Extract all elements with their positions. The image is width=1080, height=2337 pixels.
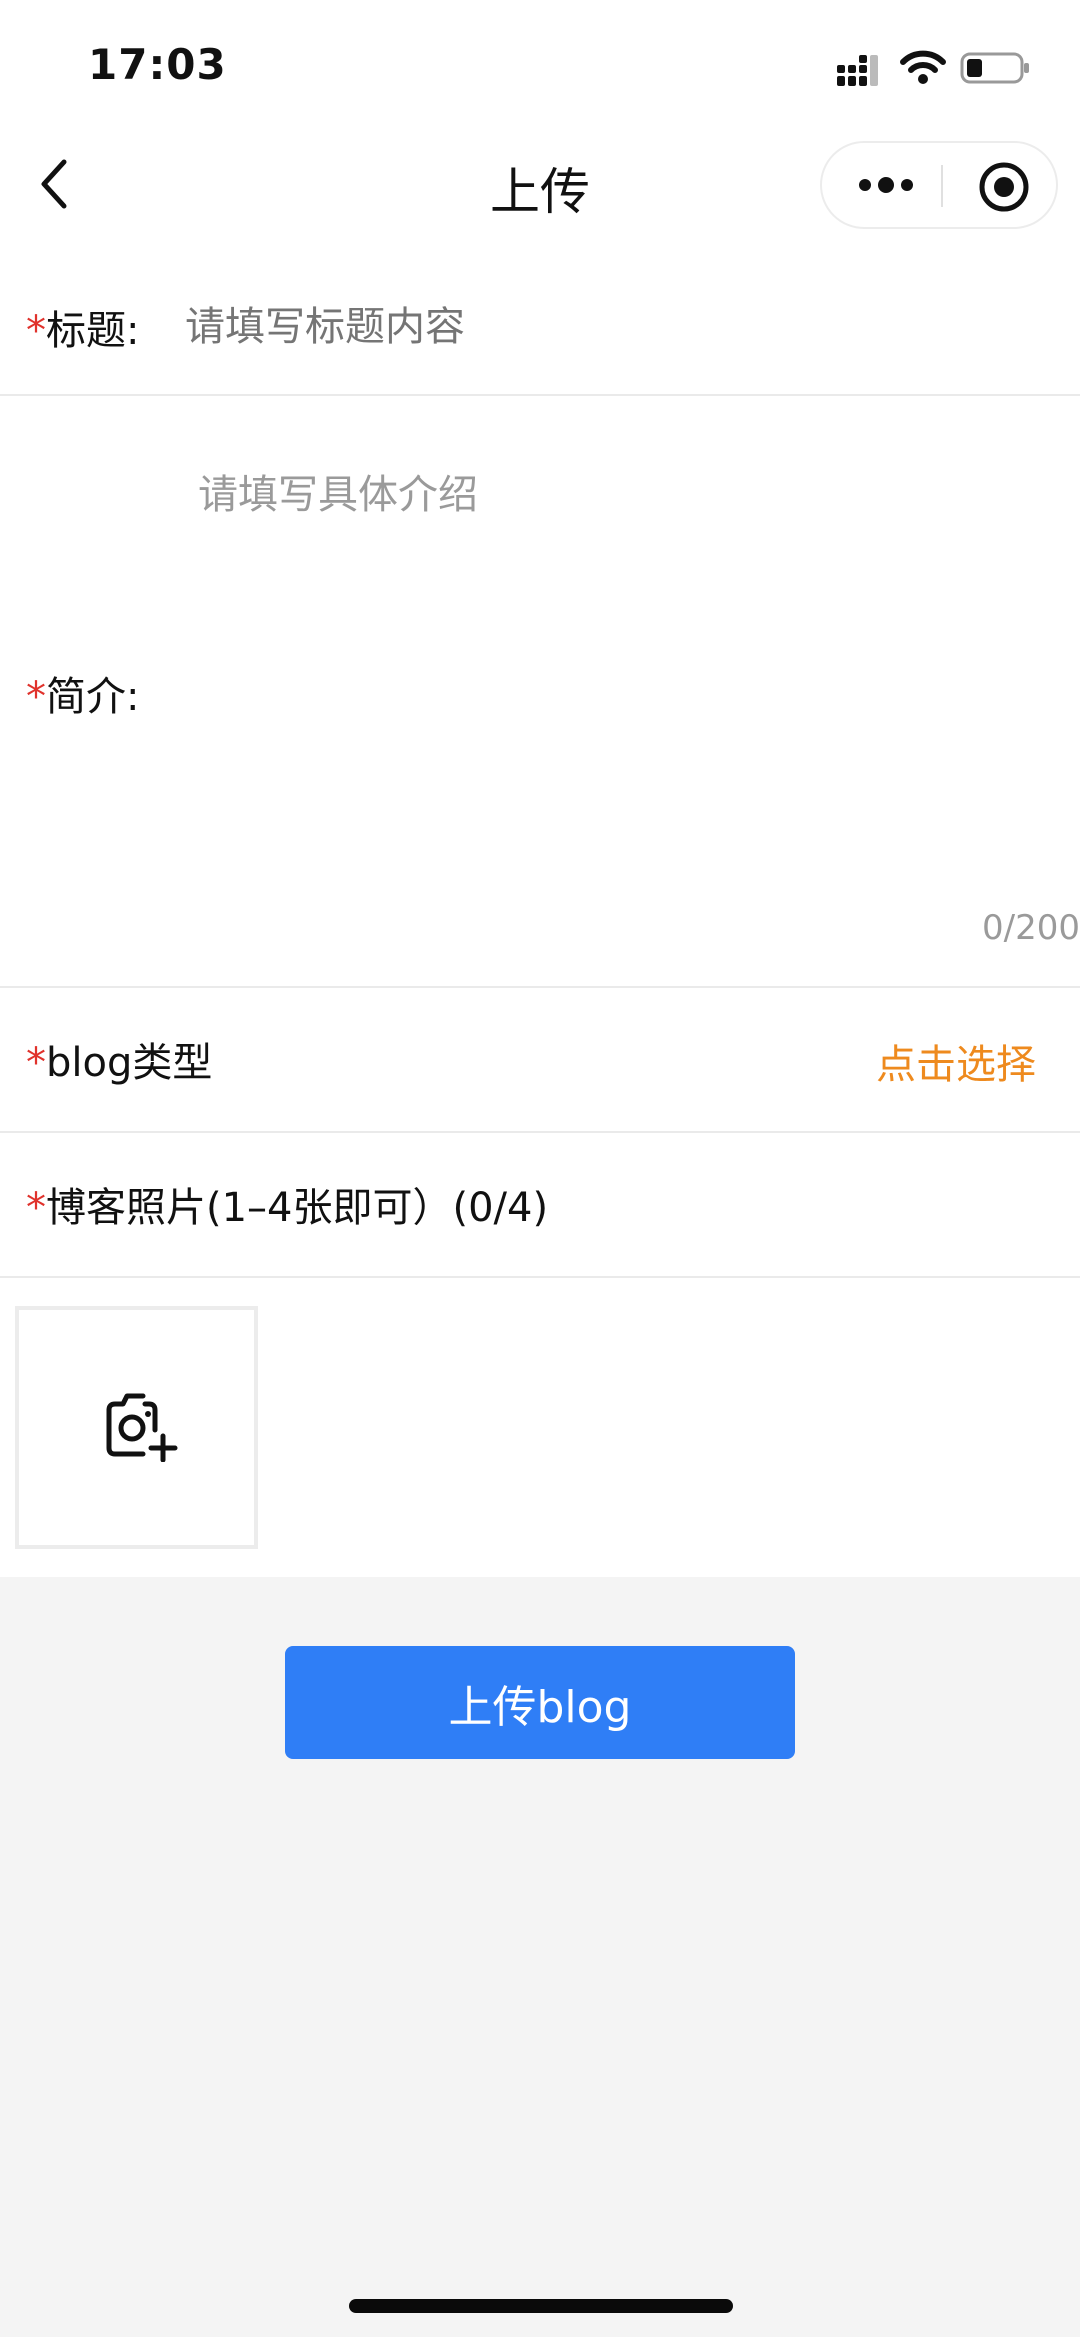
capsule-divider <box>941 165 943 207</box>
photos-label-text: 博客照片(1–4张即可）(0/4) <box>46 1185 549 1231</box>
type-select-button[interactable]: 点击选择 <box>876 1032 1036 1090</box>
target-circle-icon[interactable] <box>978 161 1030 213</box>
required-mark: * <box>26 1040 46 1086</box>
mini-program-capsule <box>820 141 1058 229</box>
title-label-text: 标题: <box>46 308 140 354</box>
wifi-icon <box>900 50 946 84</box>
signal-icon <box>837 55 878 86</box>
required-mark: * <box>26 674 46 720</box>
intro-label-text: 简介: <box>46 674 140 720</box>
status-time: 17:03 <box>88 40 227 89</box>
home-indicator <box>349 2299 733 2313</box>
divider <box>0 394 1080 396</box>
title-field-label: *标题: <box>26 298 139 356</box>
add-photo-button[interactable] <box>15 1306 258 1549</box>
photos-field-label: *博客照片(1–4张即可）(0/4) <box>26 1175 548 1233</box>
title-input[interactable] <box>185 300 1045 354</box>
upload-blog-button[interactable]: 上传blog <box>285 1646 795 1759</box>
type-label-text: blog类型 <box>46 1040 213 1086</box>
required-mark: * <box>26 1185 46 1231</box>
char-counter: 0/200 <box>982 908 1080 948</box>
divider <box>0 1276 1080 1278</box>
camera-plus-icon <box>106 1393 178 1462</box>
divider <box>0 986 1080 988</box>
intro-field-label: *简介: <box>26 664 139 722</box>
battery-icon <box>960 52 1029 84</box>
divider <box>0 1131 1080 1133</box>
required-mark: * <box>26 308 46 354</box>
more-dots-icon[interactable] <box>858 173 914 197</box>
intro-textarea[interactable]: 请填写具体介绍 <box>198 462 478 520</box>
type-field-label: *blog类型 <box>26 1030 212 1088</box>
